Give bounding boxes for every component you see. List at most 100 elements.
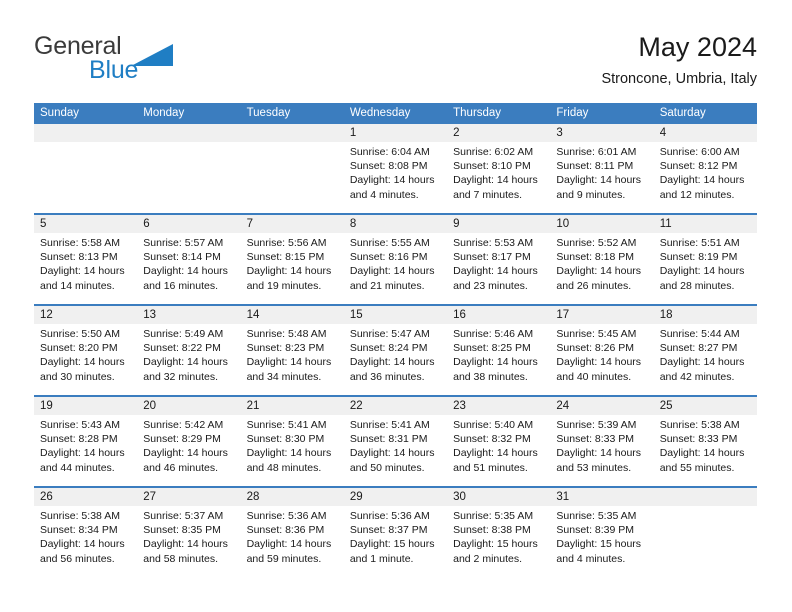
title-block: May 2024 Stroncone, Umbria, Italy [601,30,757,90]
day-cell[interactable]: Sunrise: 6:01 AM Sunset: 8:11 PM Daylight:… [550,142,653,213]
day-number[interactable]: 16 [447,306,550,324]
sunset-line: Sunset: 8:38 PM [453,524,531,537]
day-cell[interactable]: Sunrise: 5:36 AM Sunset: 8:37 PM Daylight:… [344,506,447,577]
brand-name-blue: Blue [89,56,139,84]
daylight-line-cont: and 4 minutes. [556,552,626,565]
day-cell[interactable]: Sunrise: 5:37 AM Sunset: 8:35 PM Daylight:… [137,506,240,577]
day-number[interactable]: 11 [654,215,757,233]
day-cell[interactable]: Sunrise: 5:57 AM Sunset: 8:14 PM Daylight:… [137,233,240,304]
sunset-line: Sunset: 8:36 PM [246,524,325,537]
day-number[interactable]: 28 [241,488,344,506]
day-cell[interactable]: Sunrise: 5:43 AM Sunset: 8:28 PM Daylight:… [34,415,137,486]
daylight-line: Daylight: 14 hours [143,265,228,278]
day-number[interactable]: 26 [34,488,137,506]
daylight-line-cont: and 7 minutes. [453,188,523,201]
day-number[interactable]: 23 [447,397,550,415]
daylight-line: Daylight: 14 hours [246,265,332,278]
daylight-line-cont: and 1 minute. [349,552,414,565]
daylight-line: Daylight: 14 hours [453,265,538,278]
day-cell[interactable]: Sunrise: 6:00 AM Sunset: 8:12 PM Daylight:… [654,142,757,213]
day-number[interactable]: 4 [654,124,757,142]
calendar-week-row: 5 6 7 8 9 10 11 Sunrise: 5:58 AM Sunset: 8:13 PM… [34,213,757,304]
day-cell[interactable]: Sunrise: 5:56 AM Sunset: 8:15 PM Daylight:… [241,233,344,304]
day-number[interactable]: 20 [137,397,240,415]
day-number[interactable]: 27 [137,488,240,506]
day-number[interactable]: 24 [550,397,653,415]
day-cell[interactable]: Sunrise: 5:47 AM Sunset: 8:24 PM Daylight:… [344,324,447,395]
daylight-line: Daylight: 14 hours [453,174,538,187]
day-number[interactable]: 12 [34,306,137,324]
day-cell[interactable]: Sunrise: 5:45 AM Sunset: 8:26 PM Daylight:… [550,324,653,395]
daylight-line-cont: and 38 minutes. [453,370,528,383]
daylight-line: Daylight: 14 hours [659,174,745,187]
day-number[interactable]: 1 [344,124,447,142]
day-cell[interactable]: Sunrise: 5:44 AM Sunset: 8:27 PM Daylight:… [654,324,757,395]
day-cell[interactable]: Sunrise: 6:04 AM Sunset: 8:08 PM Daylight:… [344,142,447,213]
calendar-week-row: 1 2 3 4 Sunrise: 6:04 AM Sunset: 8:08 PM Dayli… [34,124,757,213]
day-cell[interactable]: Sunrise: 5:52 AM Sunset: 8:18 PM Daylight:… [550,233,653,304]
day-cell[interactable]: Sunrise: 5:38 AM Sunset: 8:34 PM Daylight:… [34,506,137,577]
daylight-line-cont: and 19 minutes. [246,279,322,292]
day-cell[interactable]: Sunrise: 5:50 AM Sunset: 8:20 PM Daylight:… [34,324,137,395]
day-number[interactable]: 25 [654,397,757,415]
day-cell[interactable]: Sunrise: 5:39 AM Sunset: 8:33 PM Daylight:… [550,415,653,486]
day-number[interactable]: 6 [137,215,240,233]
calendar-week-row: 26 27 28 29 30 31 Sunrise: 5:38 AM Sunset: 8:34… [34,486,757,577]
day-cell[interactable]: Sunrise: 5:58 AM Sunset: 8:13 PM Daylight:… [34,233,137,304]
day-number[interactable]: 2 [447,124,550,142]
day-number[interactable]: 22 [344,397,447,415]
sunset-line: Sunset: 8:30 PM [246,433,325,446]
day-number[interactable]: 10 [550,215,653,233]
day-number[interactable]: 31 [550,488,653,506]
daylight-line: Daylight: 14 hours [659,356,745,369]
day-cell[interactable]: Sunrise: 5:40 AM Sunset: 8:32 PM Daylight:… [447,415,550,486]
sunrise-line: Sunrise: 5:36 AM [246,510,327,522]
day-cell[interactable]: Sunrise: 5:35 AM Sunset: 8:39 PM Daylight:… [550,506,653,577]
day-number[interactable]: 3 [550,124,653,142]
sunrise-line: Sunrise: 5:48 AM [246,328,327,340]
daylight-line: Daylight: 14 hours [246,356,332,369]
day-number[interactable]: 17 [550,306,653,324]
calendar-grid: Sunday Monday Tuesday Wednesday Thursday… [34,103,757,577]
sunrise-line: Sunrise: 5:38 AM [659,419,740,431]
day-number[interactable]: 19 [34,397,137,415]
day-cell[interactable]: Sunrise: 5:51 AM Sunset: 8:19 PM Daylight:… [654,233,757,304]
day-cell[interactable]: Sunrise: 5:41 AM Sunset: 8:30 PM Daylight:… [241,415,344,486]
day-number[interactable]: 30 [447,488,550,506]
day-cell[interactable]: Sunrise: 5:48 AM Sunset: 8:23 PM Daylight:… [241,324,344,395]
day-number[interactable]: 21 [241,397,344,415]
sunset-line: Sunset: 8:33 PM [659,433,738,446]
daylight-line-cont: and 40 minutes. [556,370,632,383]
sunset-line: Sunset: 8:12 PM [659,160,738,173]
day-cell[interactable]: Sunrise: 5:46 AM Sunset: 8:25 PM Daylight:… [447,324,550,395]
day-number[interactable]: 15 [344,306,447,324]
day-cell[interactable]: Sunrise: 5:49 AM Sunset: 8:22 PM Daylight:… [137,324,240,395]
day-number[interactable]: 8 [344,215,447,233]
day-number[interactable]: 18 [654,306,757,324]
day-number[interactable]: 9 [447,215,550,233]
day-number[interactable]: 7 [241,215,344,233]
day-cell[interactable]: Sunrise: 5:42 AM Sunset: 8:29 PM Daylight:… [137,415,240,486]
day-number[interactable]: 13 [137,306,240,324]
day-number-empty [34,124,137,142]
day-cell[interactable]: Sunrise: 5:38 AM Sunset: 8:33 PM Daylight:… [654,415,757,486]
day-cell[interactable]: Sunrise: 6:02 AM Sunset: 8:10 PM Daylight:… [447,142,550,213]
day-cell[interactable]: Sunrise: 5:35 AM Sunset: 8:38 PM Daylight:… [447,506,550,577]
daylight-line-cont: and 32 minutes. [143,370,218,383]
sunrise-line: Sunrise: 5:51 AM [659,237,740,249]
day-cell[interactable]: Sunrise: 5:53 AM Sunset: 8:17 PM Daylight:… [447,233,550,304]
sunset-line: Sunset: 8:16 PM [349,251,428,264]
brand-logo[interactable]: General Blue [34,30,264,90]
daylight-line: Daylight: 14 hours [143,538,228,551]
day-cell[interactable]: Sunrise: 5:36 AM Sunset: 8:36 PM Daylight:… [241,506,344,577]
day-number[interactable]: 29 [344,488,447,506]
sunset-line: Sunset: 8:25 PM [453,342,531,355]
day-cell[interactable]: Sunrise: 5:55 AM Sunset: 8:16 PM Daylight:… [344,233,447,304]
day-number[interactable]: 5 [34,215,137,233]
calendar-weeks: 1 2 3 4 Sunrise: 6:04 AM Sunset: 8:08 PM Dayli… [34,124,757,577]
sunrise-line: Sunrise: 5:53 AM [453,237,534,249]
sunrise-line: Sunrise: 5:49 AM [143,328,224,340]
sunset-line: Sunset: 8:39 PM [556,524,635,537]
day-cell[interactable]: Sunrise: 5:41 AM Sunset: 8:31 PM Daylight:… [344,415,447,486]
day-number[interactable]: 14 [241,306,344,324]
